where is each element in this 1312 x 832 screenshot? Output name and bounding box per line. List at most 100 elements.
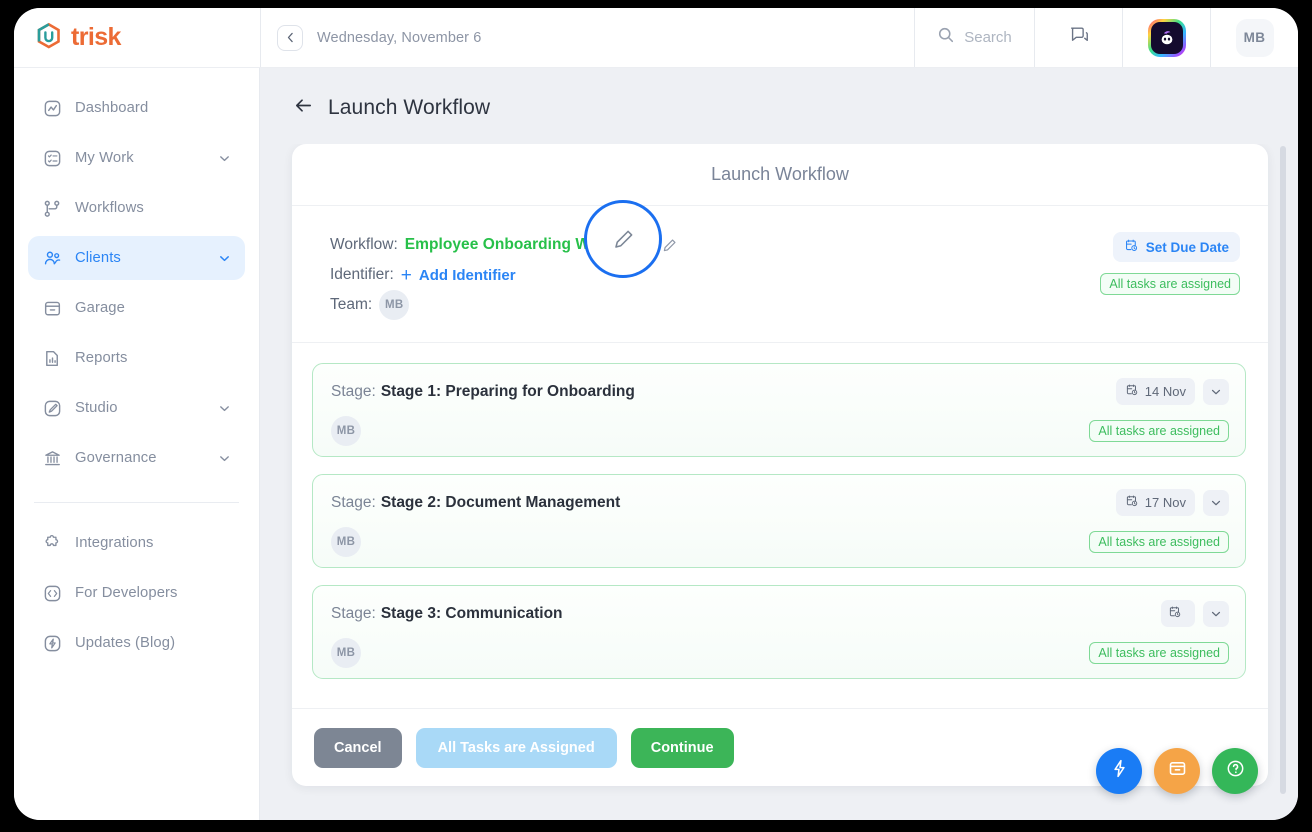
chevron-down-icon[interactable] [1203, 489, 1229, 516]
stage-card[interactable]: Stage: Stage 1: Preparing for Onboarding… [312, 363, 1246, 457]
page-title: Launch Workflow [328, 96, 491, 119]
chevron-down-icon[interactable] [1203, 600, 1229, 627]
quick-action-bolt-button[interactable] [1096, 748, 1142, 794]
app-window: trisk Wednesday, November 6 Search MB Da… [14, 8, 1298, 820]
scrollbar-thumb[interactable] [1280, 146, 1286, 794]
body: Dashboard My Work Workflows Clients Gara… [14, 68, 1298, 820]
sidebar-item-reports[interactable]: Reports [28, 336, 245, 380]
archive-button[interactable] [1154, 748, 1200, 794]
plus-icon: + [400, 264, 412, 286]
chevron-down-icon[interactable] [217, 251, 231, 265]
sidebar-item-label: Dashboard [75, 100, 149, 116]
chevron-down-icon[interactable] [217, 451, 231, 465]
add-identifier-button[interactable]: + Add Identifier [401, 266, 516, 285]
stage-actions [1161, 600, 1229, 627]
workflow-row: Workflow: Employee Onboarding Workflow [330, 230, 1100, 260]
add-identifier-label: Add Identifier [418, 266, 516, 284]
help-button[interactable] [1212, 748, 1258, 794]
stage-card[interactable]: Stage: Stage 3: Communication MB All tas… [312, 585, 1246, 679]
avatar: MB [1235, 18, 1274, 57]
edit-highlight-ring[interactable] [584, 200, 662, 278]
sidebar-item-label: Workflows [75, 200, 144, 216]
ai-assistant-button[interactable] [1122, 8, 1210, 67]
archive-icon [1167, 758, 1188, 784]
stage-assignee-avatar[interactable]: MB [331, 638, 361, 668]
sidebar-item-label: My Work [75, 150, 134, 166]
team-avatar[interactable]: MB [379, 290, 410, 320]
chevron-down-icon[interactable] [217, 401, 231, 415]
set-due-date-button[interactable]: Set Due Date [1112, 232, 1240, 262]
sidebar-item-dashboard[interactable]: Dashboard [28, 86, 245, 130]
stage-assignee-avatar[interactable]: MB [331, 416, 361, 446]
garage-box-icon [42, 298, 62, 318]
chevron-left-icon[interactable] [277, 24, 303, 51]
stage-assignee-avatar[interactable]: MB [331, 527, 361, 557]
cancel-button[interactable]: Cancel [314, 727, 402, 768]
stage-label: Stage: [331, 382, 376, 400]
calendar-clock-icon [1168, 605, 1182, 622]
sidebar-item-my-work[interactable]: My Work [28, 136, 245, 180]
search-icon [937, 26, 955, 49]
workflow-label: Workflow: [330, 236, 398, 253]
stage-name: Stage 1: Preparing for Onboarding [380, 382, 635, 400]
identifier-label: Identifier: [330, 266, 394, 283]
sidebar-item-integrations[interactable]: Integrations [28, 521, 245, 565]
page-header: Launch Workflow [260, 68, 1298, 144]
sidebar-item-label: Integrations [75, 535, 154, 551]
chat-button[interactable] [1034, 8, 1122, 67]
launch-workflow-panel: Launch Workflow Workflow: Employee Onboa… [292, 144, 1268, 786]
sidebar-item-studio[interactable]: Studio [28, 386, 245, 430]
set-due-date-label: Set Due Date [1145, 239, 1229, 255]
main-content: Launch Workflow Launch Workflow Workflow… [260, 68, 1298, 820]
panel-title: Launch Workflow [292, 144, 1268, 206]
sidebar-item-label: Clients [75, 250, 121, 266]
stage-header: Stage: Stage 2: Document Management 17 N… [331, 489, 1229, 516]
stage-due-date-button[interactable]: 14 Nov [1115, 378, 1195, 405]
sidebar-item-for-developers[interactable]: For Developers [28, 571, 245, 615]
sidebar-item-label: Studio [75, 400, 118, 416]
sidebar-item-label: Garage [75, 300, 125, 316]
user-menu-button[interactable]: MB [1210, 8, 1298, 67]
arrow-left-icon[interactable] [292, 94, 315, 122]
all-tasks-assigned-button[interactable]: All Tasks are Assigned [415, 727, 617, 768]
sidebar-item-label: Governance [75, 450, 157, 466]
sidebar: Dashboard My Work Workflows Clients Gara… [14, 68, 260, 820]
continue-button[interactable]: Continue [630, 727, 734, 768]
stage-list: Stage: Stage 1: Preparing for Onboarding… [292, 343, 1268, 708]
chevron-down-icon[interactable] [217, 151, 231, 165]
stage-footer: MB All tasks are assigned [331, 638, 1229, 668]
floating-action-buttons [1096, 748, 1258, 794]
team-label: Team: [330, 296, 373, 313]
brand-name: trisk [71, 23, 121, 51]
sidebar-item-label: Updates (Blog) [75, 635, 176, 651]
status-badge: All tasks are assigned [1089, 420, 1229, 442]
sidebar-item-workflows[interactable]: Workflows [28, 186, 245, 230]
sidebar-item-garage[interactable]: Garage [28, 286, 245, 330]
calendar-clock-icon [1125, 494, 1139, 511]
chat-bubbles-icon [1068, 24, 1090, 51]
sidebar-item-governance[interactable]: Governance [28, 436, 245, 480]
report-chart-icon [42, 348, 62, 368]
stage-card[interactable]: Stage: Stage 2: Document Management 17 N… [312, 474, 1246, 568]
sidebar-item-clients[interactable]: Clients [28, 236, 245, 280]
chevron-down-icon[interactable] [1203, 378, 1229, 405]
brand-logo[interactable]: trisk [14, 8, 260, 67]
top-bar: trisk Wednesday, November 6 Search MB [14, 8, 1298, 68]
code-icon [42, 583, 62, 603]
stage-due-date-label: 17 Nov [1144, 495, 1186, 510]
ai-bot-avatar [1147, 18, 1186, 57]
scrollbar[interactable] [1280, 146, 1286, 794]
stage-actions: 14 Nov [1115, 378, 1229, 405]
status-badge: All tasks are assigned [1100, 273, 1240, 295]
help-icon [1225, 758, 1246, 784]
people-icon [42, 248, 62, 268]
stage-due-date-button[interactable] [1161, 600, 1195, 627]
workflow-icon [42, 198, 62, 218]
bolt-circle-icon [42, 633, 62, 653]
stage-header: Stage: Stage 1: Preparing for Onboarding… [331, 378, 1229, 405]
identifier-row: Identifier: + Add Identifier [330, 260, 1100, 290]
sidebar-item-updates-blog[interactable]: Updates (Blog) [28, 621, 245, 665]
stage-due-date-button[interactable]: 17 Nov [1115, 489, 1195, 516]
status-badge: All tasks are assigned [1089, 642, 1229, 664]
search-button[interactable]: Search [914, 8, 1034, 67]
